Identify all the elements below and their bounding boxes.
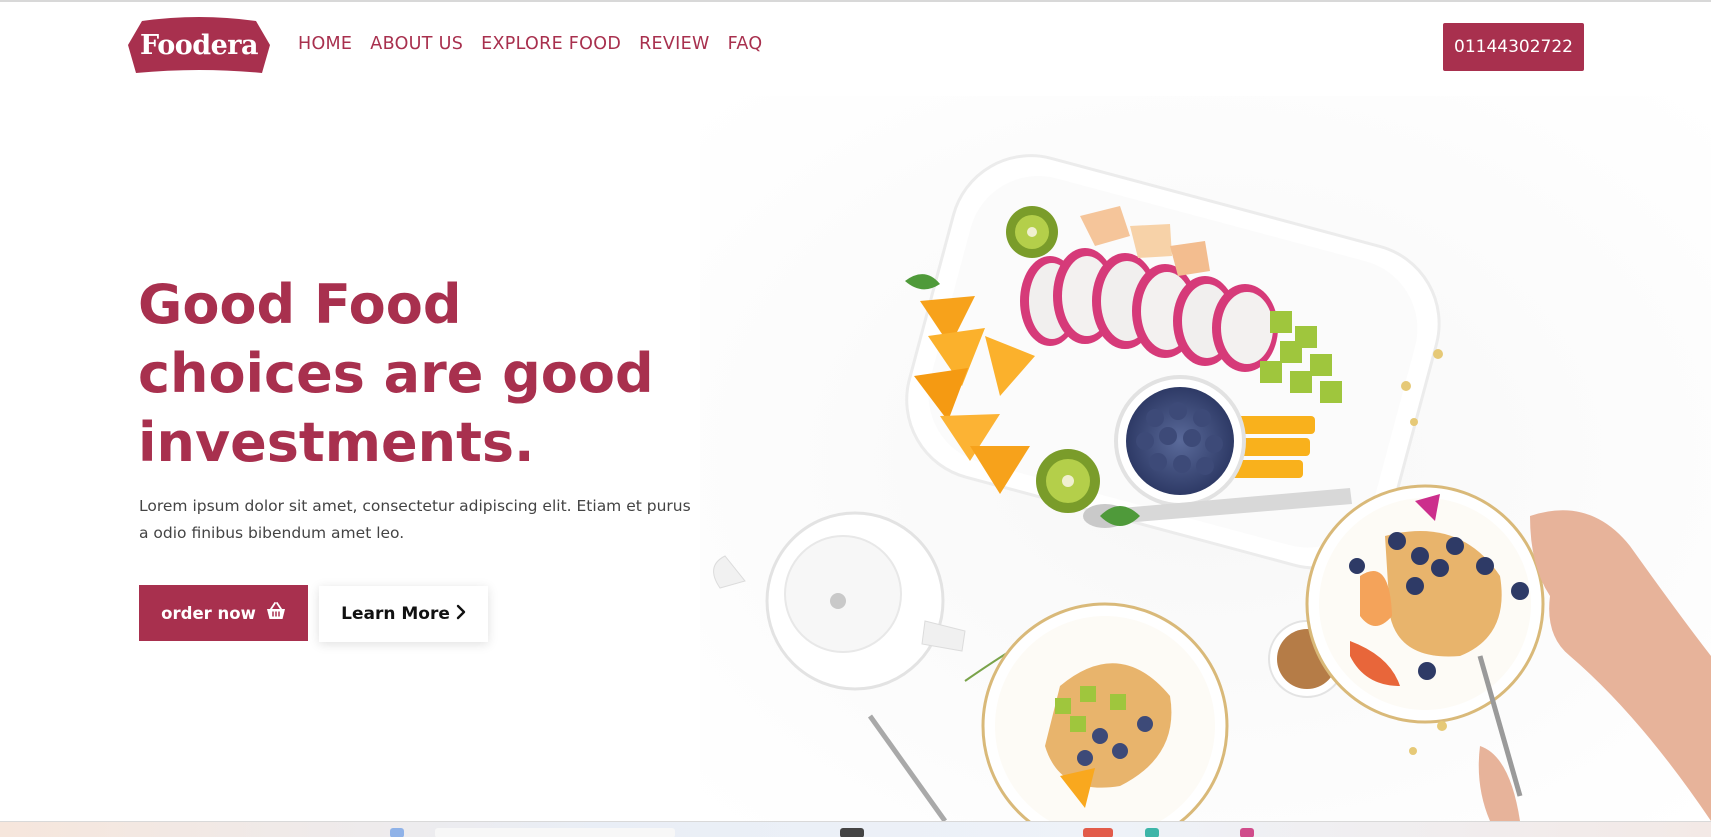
learn-more-button[interactable]: Learn More bbox=[319, 586, 488, 642]
hero-title-line-1: Good Food bbox=[138, 273, 462, 336]
order-now-label: order now bbox=[161, 603, 256, 623]
taskbar-browser-icon[interactable] bbox=[1083, 828, 1113, 837]
phone-button[interactable]: 01144302722 bbox=[1443, 23, 1584, 71]
main-nav: HOME ABOUT US EXPLORE FOOD REVIEW FAQ bbox=[298, 34, 780, 54]
hero-description: Lorem ipsum dolor sit amet, consectetur … bbox=[139, 497, 691, 542]
learn-more-label: Learn More bbox=[341, 604, 450, 624]
hero-title: Good Food choices are good investments. bbox=[138, 270, 698, 477]
basket-icon bbox=[266, 602, 286, 624]
taskbar-app-icon[interactable] bbox=[1145, 828, 1159, 837]
nav-review[interactable]: REVIEW bbox=[639, 34, 710, 54]
food-platter-photo bbox=[700, 96, 1711, 821]
os-taskbar bbox=[0, 821, 1711, 837]
chevron-right-icon bbox=[456, 604, 466, 625]
order-now-button[interactable]: order now bbox=[139, 585, 308, 641]
brand-logo[interactable]: Foodera bbox=[128, 17, 270, 75]
nav-about-us[interactable]: ABOUT US bbox=[370, 34, 463, 54]
brand-name: Foodera bbox=[140, 30, 259, 61]
hero-title-line-3: investments. bbox=[138, 411, 535, 474]
hero-title-line-2: choices are good bbox=[138, 342, 654, 405]
nav-faq[interactable]: FAQ bbox=[728, 34, 763, 54]
nav-explore-food[interactable]: EXPLORE FOOD bbox=[481, 34, 621, 54]
taskbar-app-icon[interactable] bbox=[1240, 828, 1254, 837]
taskbar-search-box[interactable] bbox=[435, 828, 675, 837]
taskbar-app-icon[interactable] bbox=[840, 828, 864, 837]
taskbar-widget-icon[interactable] bbox=[390, 828, 404, 837]
site-header: Foodera HOME ABOUT US EXPLORE FOOD REVIE… bbox=[0, 0, 1711, 96]
nav-home[interactable]: HOME bbox=[298, 34, 352, 54]
